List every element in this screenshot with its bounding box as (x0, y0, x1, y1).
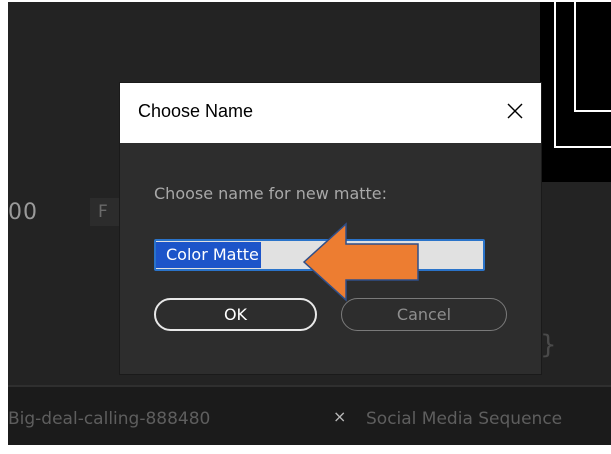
dialog-titlebar: Choose Name (120, 83, 541, 143)
timecode-display: 00 (8, 200, 38, 225)
program-preview-frame (540, 2, 611, 182)
dialog-prompt: Choose name for new matte: (154, 184, 388, 203)
choose-name-dialog: Choose Name Choose name for new matte: C… (120, 83, 541, 374)
tab-big-deal-calling[interactable]: Big-deal-calling-888480 (8, 409, 210, 429)
arrow-left-icon (302, 222, 419, 302)
ok-button[interactable]: OK (154, 298, 317, 331)
tab-close-icon[interactable]: × (333, 407, 346, 426)
crop-margin (0, 0, 8, 454)
preview-line (574, 110, 611, 112)
close-icon-glyph (507, 103, 523, 119)
preview-line (554, 2, 556, 148)
divider (8, 385, 611, 387)
preview-line (554, 146, 611, 148)
cancel-button[interactable]: Cancel (341, 298, 507, 331)
mark-out-icon[interactable]: } (540, 330, 557, 360)
preview-line (574, 2, 576, 112)
timeline-tab-bar: Big-deal-calling-888480 × Social Media S… (8, 385, 611, 445)
matte-name-value[interactable]: Color Matte (156, 242, 261, 268)
fit-dropdown[interactable]: F (90, 198, 120, 226)
crop-margin (0, 0, 611, 2)
close-icon[interactable] (489, 83, 541, 139)
tab-social-media-sequence[interactable]: Social Media Sequence (366, 409, 562, 429)
dialog-title: Choose Name (138, 101, 254, 121)
crop-margin (0, 445, 611, 454)
